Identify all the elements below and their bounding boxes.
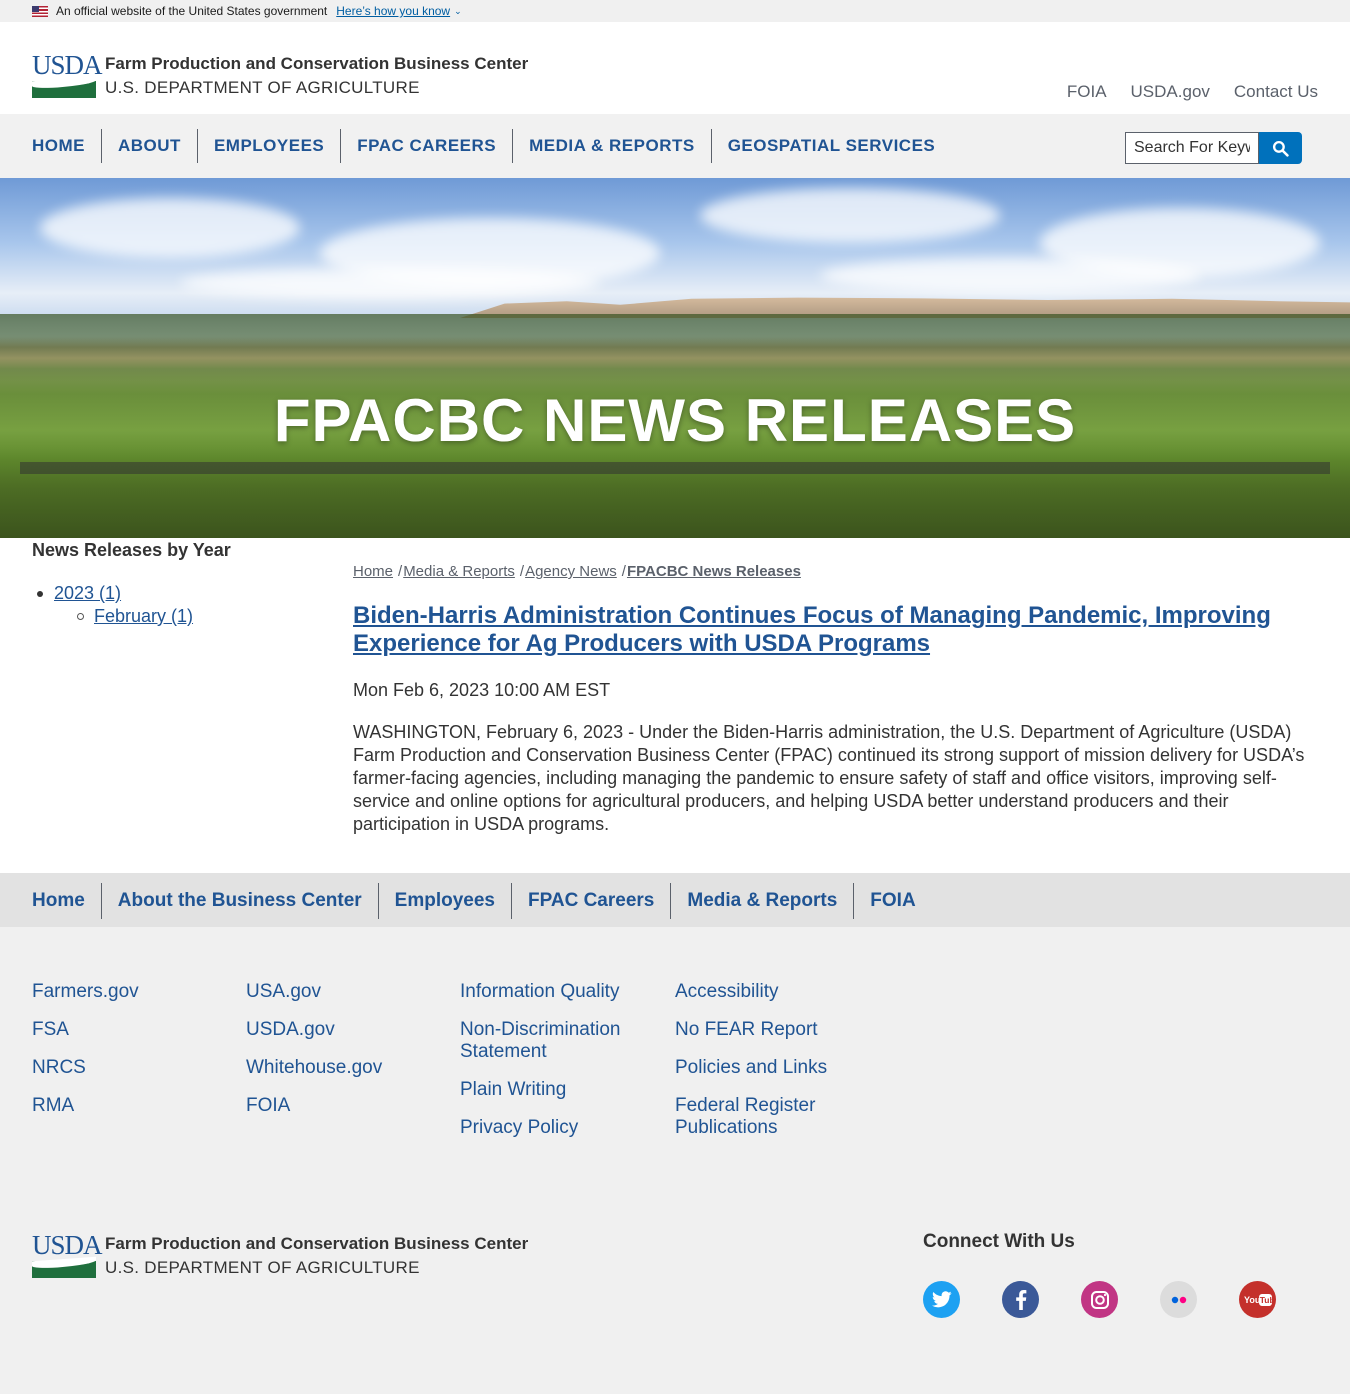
footer-link-fsa[interactable]: FSA [32,1019,232,1041]
footer-link-information-quality[interactable]: Information Quality [460,981,660,1003]
gov-banner-text: An official website of the United States… [56,4,328,18]
article-summary: WASHINGTON, February 6, 2023 - Under the… [353,722,1305,834]
site-footer: Farmers.gov FSA NRCS RMA USA.gov USDA.go… [0,927,1350,1394]
svg-text:You: You [1244,1295,1260,1305]
footer-link-usa-gov[interactable]: USA.gov [246,981,446,1003]
hero-cloud [820,258,1200,293]
breadcrumb: Home / Media & Reports / Agency News / F… [353,563,1313,580]
breadcrumb-media-reports[interactable]: Media & Reports [403,563,515,580]
footer-nav-media-reports[interactable]: Media & Reports [670,883,853,919]
util-link-usda-gov[interactable]: USDA.gov [1131,82,1210,102]
nav-item-geospatial-services[interactable]: GEOSPATIAL SERVICES [710,129,952,163]
util-link-contact-us[interactable]: Contact Us [1234,82,1318,102]
nav-item-home[interactable]: HOME [32,129,101,163]
footer-link-column: Information Quality Non-Discrimination S… [460,981,660,1155]
usda-logo-field-icon [32,1261,96,1278]
hero-cloud [180,268,600,298]
search-input[interactable] [1125,132,1259,164]
year-item: 2023 (1) February (1) [37,583,332,627]
footer-link-nrcs[interactable]: NRCS [32,1057,232,1079]
footer-nav-foia[interactable]: FOIA [853,883,931,919]
search-button[interactable] [1259,132,1302,164]
dept-name: U.S. DEPARTMENT OF AGRICULTURE [105,78,420,97]
month-list: February (1) [54,606,332,627]
footer-link-farmers-gov[interactable]: Farmers.gov [32,981,232,1003]
footer-link-federal-register[interactable]: Federal Register Publications [675,1095,875,1139]
footer-link-plain-writing[interactable]: Plain Writing [460,1079,660,1101]
search-form [1125,132,1302,164]
footer-link-accessibility[interactable]: Accessibility [675,981,875,1003]
main-nav: HOME ABOUT EMPLOYEES FPAC CAREERS MEDIA … [0,114,1350,178]
footer-link-column: USA.gov USDA.gov Whitehouse.gov FOIA [246,981,446,1133]
page-title: FPACBC NEWS RELEASES [273,387,1077,454]
year-list: 2023 (1) February (1) [32,583,332,627]
footer-link-rma[interactable]: RMA [32,1095,232,1117]
main-content: Home / Media & Reports / Agency News / F… [353,538,1313,836]
us-flag-icon [32,5,48,17]
breadcrumb-agency-news[interactable]: Agency News [525,563,617,580]
breadcrumb-separator: / [621,563,626,580]
util-link-foia[interactable]: FOIA [1067,82,1107,102]
footer-nav-employees[interactable]: Employees [377,883,511,919]
year-link-2023[interactable]: 2023 (1) [54,583,121,603]
nav-item-media-reports[interactable]: MEDIA & REPORTS [512,129,711,163]
nav-item-fpac-careers[interactable]: FPAC CAREERS [340,129,512,163]
chevron-down-icon[interactable]: ⌄ [454,6,462,17]
breadcrumb-current: FPACBC News Releases [626,563,801,580]
connect-section: Connect With Us YouTube [923,1231,1276,1318]
month-item: February (1) [77,606,332,627]
nav-item-employees[interactable]: EMPLOYEES [196,129,340,163]
gov-banner: An official website of the United States… [0,0,1350,22]
twitter-icon[interactable] [923,1281,960,1318]
usda-logo-field-icon [32,81,96,98]
org-name[interactable]: Farm Production and Conservation Busines… [105,54,528,74]
footer-dept-name: U.S. DEPARTMENT OF AGRICULTURE [105,1258,420,1277]
footer-usda-logo[interactable]: USDA [32,1230,103,1280]
footer-nav-fpac-careers[interactable]: FPAC Careers [511,883,670,919]
sidebar: News Releases by Year 2023 (1) February … [32,538,332,627]
flickr-icon[interactable] [1160,1281,1197,1318]
sidebar-heading: News Releases by Year [32,540,231,560]
hero-cloud [40,198,300,258]
youtube-icon[interactable]: YouTube [1239,1281,1276,1318]
footer-nav: Home About the Business Center Employees… [0,873,1350,927]
footer-link-no-fear-report[interactable]: No FEAR Report [675,1019,875,1041]
footer-link-policies-links[interactable]: Policies and Links [675,1057,875,1079]
footer-link-whitehouse-gov[interactable]: Whitehouse.gov [246,1057,446,1079]
facebook-icon[interactable] [1002,1281,1039,1318]
article-title-link[interactable]: Biden-Harris Administration Continues Fo… [353,602,1313,658]
connect-heading: Connect With Us [923,1231,1075,1252]
instagram-icon[interactable] [1081,1281,1118,1318]
hero-cloud [700,188,1000,243]
utility-nav: FOIA USDA.gov Contact Us [1067,82,1318,102]
hero-title-band [20,462,1330,474]
footer-nav-home[interactable]: Home [32,883,101,919]
heres-how-you-know-link[interactable]: Here’s how you know [336,4,450,18]
footer-link-column: Accessibility No FEAR Report Policies an… [675,981,875,1155]
footer-link-non-discrimination[interactable]: Non-Discrimination Statement [460,1019,660,1063]
usda-logo[interactable]: USDA [32,50,103,100]
breadcrumb-home[interactable]: Home [353,563,393,580]
breadcrumb-separator: / [519,563,525,580]
search-icon [1272,140,1289,157]
footer-link-privacy-policy[interactable]: Privacy Policy [460,1117,660,1139]
nav-item-about[interactable]: ABOUT [101,129,197,163]
breadcrumb-separator: / [398,563,403,580]
hero-banner: FPACBC NEWS RELEASES [0,178,1350,538]
month-link-february[interactable]: February (1) [94,606,193,626]
footer-nav-about[interactable]: About the Business Center [100,883,378,919]
footer-link-column: Farmers.gov FSA NRCS RMA [32,981,232,1133]
svg-text:Tube: Tube [1259,1295,1271,1305]
site-header: USDA Farm Production and Conservation Bu… [0,22,1350,114]
footer-org-name: Farm Production and Conservation Busines… [105,1234,529,1253]
footer-link-foia[interactable]: FOIA [246,1095,446,1117]
footer-link-usda-gov[interactable]: USDA.gov [246,1019,446,1041]
article-date: Mon Feb 6, 2023 10:00 AM EST [353,680,611,700]
social-links: YouTube [923,1281,1276,1318]
